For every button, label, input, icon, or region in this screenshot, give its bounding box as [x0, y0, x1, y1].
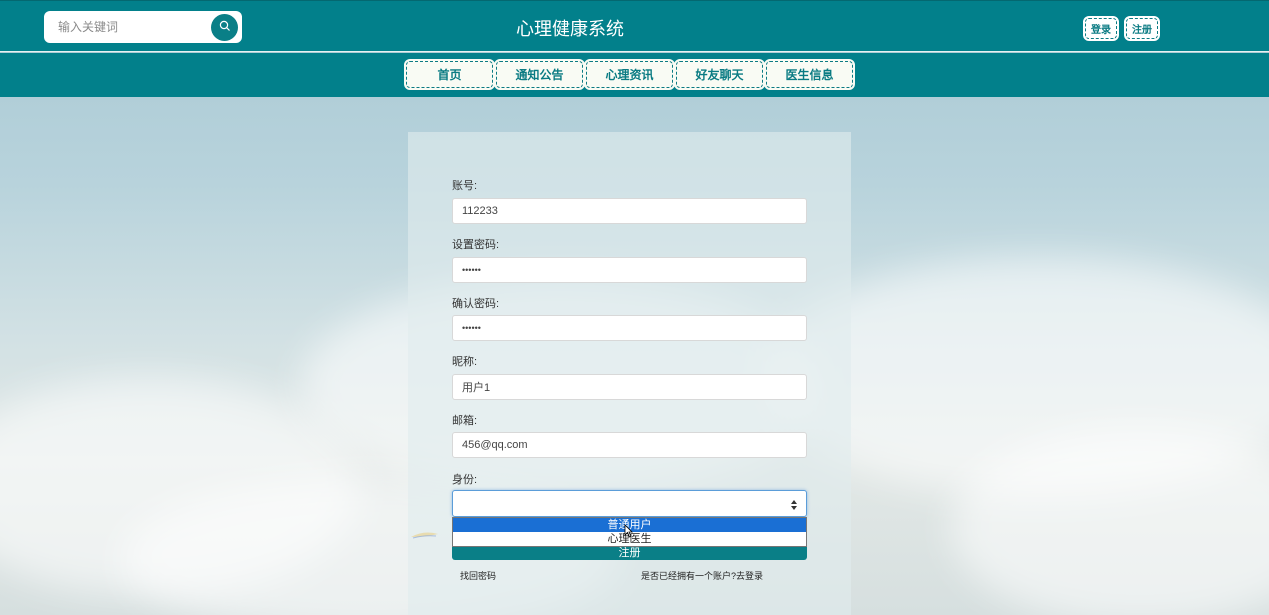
search-bar [44, 11, 242, 43]
account-input[interactable] [452, 198, 807, 224]
role-label: 身份: [452, 474, 478, 486]
forgot-password-link[interactable]: 找回密码 [460, 569, 496, 582]
select-arrows-icon [790, 498, 798, 510]
role-select[interactable] [452, 490, 807, 517]
confirm-password-label: 确认密码: [452, 298, 500, 310]
site-title: 心理健康系统 [516, 19, 624, 39]
mouse-cursor-icon [624, 524, 633, 543]
account-label: 账号: [452, 180, 478, 192]
login-button[interactable]: 登录 [1083, 16, 1119, 41]
confirm-password-input[interactable] [452, 315, 807, 341]
email-label: 邮箱: [452, 415, 478, 427]
nav-item-doctors[interactable]: 医生信息 [764, 59, 855, 90]
search-icon [219, 19, 231, 37]
main-nav: 首页 通知公告 心理资讯 好友聊天 医生信息 [0, 53, 1269, 97]
nav-item-news[interactable]: 心理资讯 [584, 59, 675, 90]
email-input[interactable] [452, 432, 807, 458]
top-header: 心理健康系统 登录 注册 [0, 0, 1269, 52]
nickname-label: 昵称: [452, 356, 478, 368]
register-submit-button[interactable]: 注册 [452, 545, 807, 560]
password-label: 设置密码: [452, 239, 500, 251]
register-button[interactable]: 注册 [1124, 16, 1160, 41]
password-input[interactable] [452, 257, 807, 283]
go-login-link[interactable]: 是否已经拥有一个账户?去登录 [641, 569, 763, 582]
nav-item-home[interactable]: 首页 [404, 59, 495, 90]
nav-item-notices[interactable]: 通知公告 [494, 59, 585, 90]
kite-decoration [410, 530, 440, 548]
nav-item-chat[interactable]: 好友聊天 [674, 59, 765, 90]
nickname-input[interactable] [452, 374, 807, 400]
search-input[interactable] [44, 11, 210, 43]
search-button[interactable] [211, 14, 238, 41]
